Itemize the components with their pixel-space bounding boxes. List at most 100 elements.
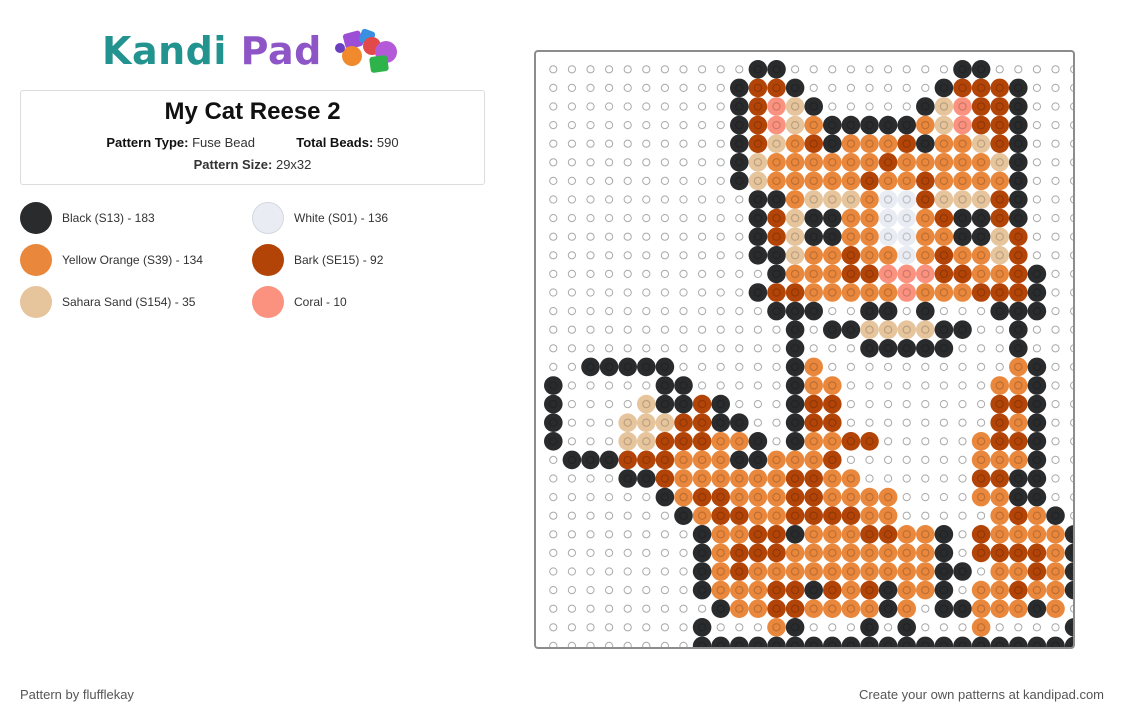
empty-peg — [939, 400, 948, 409]
empty-peg — [1032, 251, 1041, 260]
bead-yellow-orange — [860, 208, 879, 228]
empty-peg — [958, 586, 967, 595]
bead-yellow-orange — [841, 599, 861, 618]
empty-peg — [660, 65, 669, 74]
empty-peg — [716, 102, 725, 111]
empty-peg — [921, 474, 930, 483]
empty-peg — [735, 65, 744, 74]
empty-peg — [735, 400, 744, 409]
bead-yellow-orange — [823, 543, 842, 563]
bead-yellow-orange — [934, 171, 954, 191]
empty-peg — [902, 474, 911, 483]
create-patterns-link[interactable]: Create your own patterns at kandipad.com — [859, 687, 1104, 702]
empty-peg — [586, 102, 595, 111]
kandipad-logo[interactable]: Kandi Pad — [102, 26, 422, 76]
empty-peg — [977, 344, 986, 353]
bead-yellow-orange — [990, 525, 1009, 544]
empty-peg — [605, 548, 614, 557]
bead-black — [748, 227, 768, 246]
empty-peg — [679, 362, 688, 371]
bead-bark — [990, 413, 1009, 433]
empty-peg — [623, 344, 632, 353]
bead-yellow-orange — [767, 171, 786, 191]
empty-peg — [623, 195, 632, 204]
bead-yellow-orange — [711, 543, 730, 563]
empty-peg — [1051, 437, 1060, 446]
empty-peg — [549, 65, 558, 74]
bead-black — [544, 432, 563, 451]
empty-peg — [735, 381, 744, 390]
empty-peg — [958, 381, 967, 390]
bead-bark — [1009, 283, 1028, 302]
empty-peg — [939, 623, 948, 632]
empty-peg — [735, 325, 744, 334]
bead-bark — [1027, 562, 1047, 581]
bead-yellow-orange — [841, 469, 861, 488]
empty-peg — [1070, 232, 1073, 241]
empty-peg — [865, 381, 874, 390]
bead-bark — [990, 394, 1009, 414]
empty-peg — [977, 567, 986, 576]
bead-yellow-orange — [1046, 543, 1065, 563]
empty-peg — [586, 530, 595, 539]
empty-peg — [567, 65, 577, 74]
empty-peg — [1032, 195, 1041, 204]
empty-peg — [977, 307, 986, 316]
bead-yellow-orange — [841, 134, 861, 153]
bead-black — [1009, 153, 1028, 172]
bead-black — [655, 394, 675, 414]
empty-peg — [977, 400, 986, 409]
empty-peg — [939, 474, 948, 483]
empty-peg — [716, 381, 725, 390]
empty-peg — [623, 548, 632, 557]
empty-peg — [605, 325, 614, 334]
bead-black — [581, 357, 600, 377]
empty-peg — [679, 530, 688, 539]
empty-peg — [623, 158, 632, 167]
bead-yellow-orange — [767, 618, 786, 637]
bead-yellow-orange — [1009, 599, 1028, 618]
bead-yellow-orange — [804, 171, 823, 191]
bead-black — [674, 394, 693, 414]
bead-black — [1064, 580, 1073, 600]
empty-peg — [549, 158, 558, 167]
empty-peg — [846, 381, 855, 390]
empty-peg — [977, 418, 986, 427]
empty-peg — [1032, 158, 1041, 167]
empty-peg — [660, 139, 669, 148]
bead-pattern-board[interactable] — [534, 50, 1075, 649]
empty-peg — [939, 362, 948, 371]
empty-peg — [605, 307, 614, 316]
empty-peg — [586, 511, 595, 520]
empty-peg — [902, 418, 911, 427]
bead-yellow-orange — [1009, 525, 1028, 544]
bead-black — [748, 283, 768, 302]
bead-bark — [1009, 506, 1028, 525]
empty-peg — [586, 195, 595, 204]
empty-peg — [660, 344, 669, 353]
bead-bark — [823, 450, 842, 470]
bead-bark — [655, 432, 675, 451]
empty-peg — [586, 641, 595, 647]
bead-black — [953, 227, 972, 246]
empty-peg — [921, 437, 930, 446]
bead-yellow-orange — [990, 264, 1009, 284]
empty-peg — [1051, 362, 1060, 371]
empty-peg — [642, 158, 651, 167]
empty-peg — [977, 325, 986, 334]
bead-black — [953, 599, 972, 618]
empty-peg — [605, 139, 614, 148]
empty-peg — [567, 102, 577, 111]
empty-peg — [605, 400, 614, 409]
bead-black — [1009, 97, 1028, 116]
empty-peg — [753, 418, 762, 427]
swatch-sahara-sand — [20, 286, 52, 318]
empty-peg — [753, 362, 762, 371]
bead-bark — [804, 413, 823, 433]
bead-black — [841, 115, 861, 135]
empty-peg — [642, 269, 651, 278]
bead-black — [711, 394, 730, 414]
bead-yellow-orange — [823, 487, 842, 507]
empty-peg — [1070, 344, 1073, 353]
bead-black — [730, 115, 749, 135]
